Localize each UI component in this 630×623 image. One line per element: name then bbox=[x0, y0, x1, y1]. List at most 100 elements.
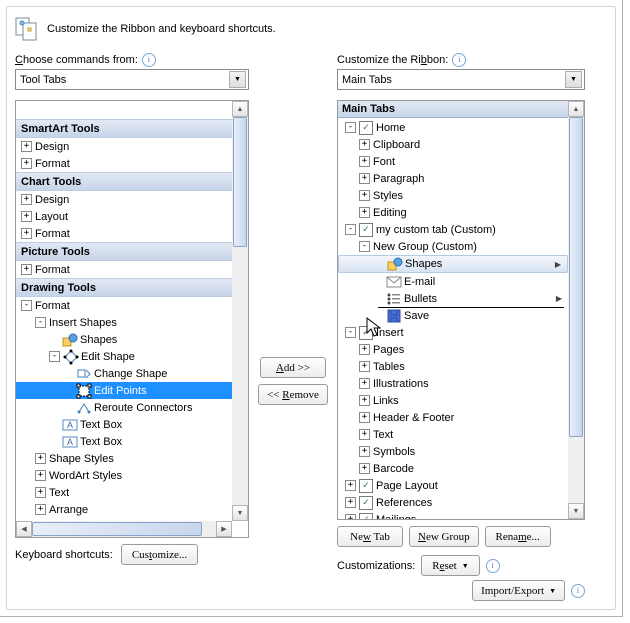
tree-item[interactable]: +Barcode bbox=[338, 460, 568, 477]
tree-item[interactable]: +Pages bbox=[338, 341, 568, 358]
checkbox[interactable]: ✓ bbox=[359, 513, 373, 520]
tree-item[interactable]: +Symbols bbox=[338, 443, 568, 460]
tree-item[interactable]: +Text bbox=[16, 484, 232, 501]
tree-item[interactable]: +Clipboard bbox=[338, 136, 568, 153]
tree-item[interactable]: Shapes bbox=[16, 331, 232, 348]
expand-icon[interactable]: + bbox=[35, 487, 46, 498]
expand-icon[interactable]: + bbox=[359, 361, 370, 372]
scroll-up-button[interactable]: ▲ bbox=[232, 101, 248, 117]
expand-icon[interactable]: + bbox=[359, 395, 370, 406]
checkbox[interactable]: ✓ bbox=[359, 496, 373, 510]
tree-item[interactable]: +Tables bbox=[338, 358, 568, 375]
tree-item[interactable]: Bullets▶ bbox=[338, 290, 568, 307]
tree-item[interactable]: +Format bbox=[16, 155, 232, 172]
collapse-icon[interactable]: - bbox=[359, 241, 370, 252]
customize-ribbon-dropdown[interactable]: Main Tabs ▼ bbox=[337, 69, 585, 90]
expand-icon[interactable]: + bbox=[345, 514, 356, 519]
ribbon-tree[interactable]: Main Tabs -✓Home+Clipboard+Font+Paragrap… bbox=[337, 100, 585, 520]
tree-item[interactable]: +Text bbox=[338, 426, 568, 443]
rename-button[interactable]: Rename... bbox=[485, 526, 551, 547]
tree-item[interactable]: +Styles bbox=[338, 187, 568, 204]
new-group-button[interactable]: New Group bbox=[409, 526, 479, 547]
tree-item[interactable]: +Font bbox=[338, 153, 568, 170]
expand-icon[interactable]: + bbox=[359, 190, 370, 201]
tree-item[interactable]: Shapes▶ bbox=[338, 255, 568, 273]
expand-icon[interactable]: + bbox=[359, 207, 370, 218]
import-export-button[interactable]: Import/Export▼ bbox=[472, 580, 565, 601]
collapse-icon[interactable]: - bbox=[345, 327, 356, 338]
add-button[interactable]: Add >> bbox=[260, 357, 326, 378]
customize-keyboard-button[interactable]: Customize... bbox=[121, 544, 198, 565]
tree-item[interactable]: -✓my custom tab (Custom) bbox=[338, 221, 568, 238]
expand-icon[interactable]: + bbox=[359, 156, 370, 167]
tree-item[interactable]: +Design bbox=[16, 138, 232, 155]
expand-icon[interactable]: + bbox=[359, 344, 370, 355]
expand-icon[interactable]: + bbox=[359, 378, 370, 389]
choose-commands-dropdown[interactable]: Tool Tabs ▼ bbox=[15, 69, 249, 90]
new-tab-button[interactable]: New Tab bbox=[337, 526, 403, 547]
collapse-icon[interactable]: - bbox=[35, 317, 46, 328]
collapse-icon[interactable]: - bbox=[345, 122, 356, 133]
tree-item[interactable]: E-mail bbox=[338, 273, 568, 290]
tree-item[interactable]: +✓References bbox=[338, 494, 568, 511]
expand-icon[interactable]: + bbox=[359, 429, 370, 440]
expand-icon[interactable]: + bbox=[21, 228, 32, 239]
tree-item[interactable]: +Layout bbox=[16, 208, 232, 225]
scroll-right-button[interactable]: ▶ bbox=[216, 521, 232, 537]
tree-item[interactable]: -✓Home bbox=[338, 119, 568, 136]
tree-item[interactable]: -Insert Shapes bbox=[16, 314, 232, 331]
tree-item[interactable]: +✓Page Layout bbox=[338, 477, 568, 494]
expand-icon[interactable]: + bbox=[359, 463, 370, 474]
tree-item[interactable]: -Format bbox=[16, 297, 232, 314]
scroll-left-button[interactable]: ◀ bbox=[16, 521, 32, 537]
tree-category[interactable]: Chart Tools bbox=[16, 172, 232, 191]
tree-item[interactable]: +Arrange bbox=[16, 501, 232, 518]
expand-icon[interactable]: + bbox=[359, 139, 370, 150]
expand-icon[interactable]: + bbox=[359, 446, 370, 457]
expand-icon[interactable]: + bbox=[21, 211, 32, 222]
checkbox[interactable]: ✓ bbox=[359, 223, 373, 237]
info-icon[interactable]: i bbox=[486, 559, 500, 573]
tree-item[interactable]: +Links bbox=[338, 392, 568, 409]
expand-icon[interactable]: + bbox=[35, 470, 46, 481]
info-icon[interactable]: i bbox=[452, 53, 466, 67]
checkbox[interactable]: ✓ bbox=[359, 479, 373, 493]
expand-icon[interactable]: + bbox=[359, 173, 370, 184]
scroll-up-button[interactable]: ▲ bbox=[568, 101, 584, 117]
tree-item[interactable]: AText Box bbox=[16, 433, 232, 450]
tree-item[interactable]: +Illustrations bbox=[338, 375, 568, 392]
tree-category[interactable]: Picture Tools bbox=[16, 242, 232, 261]
collapse-icon[interactable]: - bbox=[21, 300, 32, 311]
tree-item[interactable]: AText Box bbox=[16, 416, 232, 433]
tree-item[interactable]: +Shape Styles bbox=[16, 450, 232, 467]
tree-item[interactable]: +WordArt Styles bbox=[16, 467, 232, 484]
remove-button[interactable]: << Remove bbox=[258, 384, 328, 405]
tree-item[interactable]: +✓Mailings bbox=[338, 511, 568, 519]
tree-category[interactable]: SmartArt Tools bbox=[16, 119, 232, 138]
expand-icon[interactable]: + bbox=[35, 453, 46, 464]
expand-icon[interactable]: + bbox=[21, 264, 32, 275]
tree-item[interactable]: Save bbox=[338, 307, 568, 324]
expand-icon[interactable]: + bbox=[21, 158, 32, 169]
scroll-down-button[interactable]: ▼ bbox=[232, 505, 248, 521]
reset-button[interactable]: Reset▼ bbox=[421, 555, 479, 576]
vertical-scrollbar[interactable]: ▲ ▼ bbox=[232, 101, 248, 521]
tree-item[interactable]: +Paragraph bbox=[338, 170, 568, 187]
checkbox[interactable]: ✓ bbox=[359, 121, 373, 135]
tree-category[interactable]: Drawing Tools bbox=[16, 278, 232, 297]
tree-item[interactable]: Change Shape bbox=[16, 365, 232, 382]
tree-item[interactable]: Reroute Connectors bbox=[16, 399, 232, 416]
tree-item[interactable]: +Editing bbox=[338, 204, 568, 221]
info-icon[interactable]: i bbox=[571, 584, 585, 598]
tree-item[interactable]: -Edit Shape bbox=[16, 348, 232, 365]
collapse-icon[interactable]: - bbox=[49, 351, 60, 362]
expand-icon[interactable]: + bbox=[21, 194, 32, 205]
scroll-down-button[interactable]: ▼ bbox=[568, 503, 584, 519]
tree-item[interactable]: +Header & Footer bbox=[338, 409, 568, 426]
horizontal-scrollbar[interactable]: ◀ ▶ bbox=[16, 521, 232, 537]
tree-item[interactable]: +Format bbox=[16, 261, 232, 278]
commands-tree[interactable]: SmartArt Tools+Design+FormatChart Tools+… bbox=[15, 100, 249, 538]
expand-icon[interactable]: + bbox=[21, 141, 32, 152]
tree-item[interactable]: -✓Insert bbox=[338, 324, 568, 341]
expand-icon[interactable]: + bbox=[359, 412, 370, 423]
